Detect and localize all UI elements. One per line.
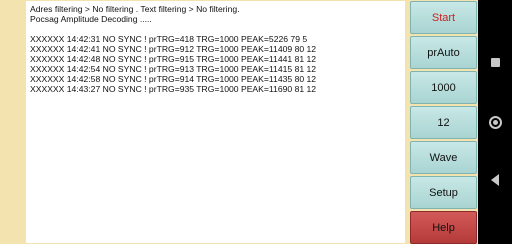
- square-icon: [490, 57, 500, 67]
- start-button[interactable]: Start: [410, 1, 477, 34]
- home-button[interactable]: [478, 107, 512, 137]
- app-window: Adres filtering > No filtering . Text fi…: [0, 0, 512, 244]
- trigger-value-button[interactable]: 1000: [410, 71, 477, 104]
- log-entry: XXXXXX 14:42:41 NO SYNC ! prTRG=912 TRG=…: [30, 44, 317, 54]
- circle-icon: [488, 115, 502, 129]
- android-navigation-bar: [478, 0, 512, 244]
- log-entry: XXXXXX 14:42:54 NO SYNC ! prTRG=913 TRG=…: [30, 64, 317, 74]
- log-entry: XXXXXX 14:42:58 NO SYNC ! prTRG=914 TRG=…: [30, 74, 317, 84]
- log-panel[interactable]: Adres filtering > No filtering . Text fi…: [26, 1, 405, 243]
- control-button-column: Start prAuto 1000 12 Wave Setup Help: [410, 1, 477, 244]
- prauto-button[interactable]: prAuto: [410, 36, 477, 69]
- help-button[interactable]: Help: [410, 211, 477, 244]
- level-value-button[interactable]: 12: [410, 106, 477, 139]
- filter-status-line: Adres filtering > No filtering . Text fi…: [30, 4, 240, 14]
- log-entry: XXXXXX 14:42:48 NO SYNC ! prTRG=915 TRG=…: [30, 54, 317, 64]
- recent-apps-button[interactable]: [478, 47, 512, 77]
- decoding-mode-line: Pocsag Amplitude Decoding .....: [30, 14, 152, 24]
- log-entry: XXXXXX 14:42:31 NO SYNC ! prTRG=418 TRG=…: [30, 34, 308, 44]
- log-entry: XXXXXX 14:43:27 NO SYNC ! prTRG=935 TRG=…: [30, 84, 317, 94]
- triangle-left-icon: [491, 174, 499, 186]
- back-button[interactable]: [478, 165, 512, 195]
- wave-button[interactable]: Wave: [410, 141, 477, 174]
- log-spacer: [30, 24, 401, 34]
- setup-button[interactable]: Setup: [410, 176, 477, 209]
